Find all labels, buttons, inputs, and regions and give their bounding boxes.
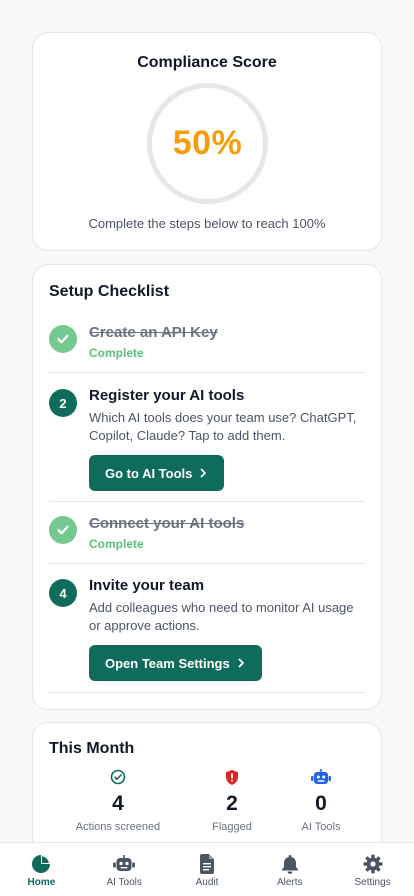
nav-item-home[interactable]: Home bbox=[0, 843, 83, 896]
score-value: 50% bbox=[172, 124, 243, 162]
checklist-step-connect-tools[interactable]: Connect your AI tools Complete bbox=[49, 502, 365, 564]
stat-ai-tools: 0 AI Tools bbox=[266, 767, 376, 833]
button-label: Open Team Settings bbox=[105, 655, 230, 671]
checklist-title: Setup Checklist bbox=[49, 283, 170, 300]
stat-actions-screened: 4 Actions screened bbox=[63, 767, 173, 833]
nav-label: Settings bbox=[354, 877, 391, 888]
robot-icon bbox=[113, 854, 136, 874]
step-title: Create an API Key bbox=[89, 324, 218, 341]
go-to-ai-tools-button[interactable]: Go to AI Tools bbox=[89, 455, 225, 491]
home-pie-icon bbox=[31, 854, 51, 874]
step-number-badge: 4 bbox=[49, 579, 77, 607]
check-icon bbox=[49, 516, 77, 544]
document-icon bbox=[199, 854, 215, 874]
bell-icon bbox=[281, 854, 299, 874]
gear-icon bbox=[363, 854, 383, 874]
check-icon bbox=[49, 325, 77, 353]
step-number-badge: 2 bbox=[49, 389, 77, 417]
step-title: Connect your AI tools bbox=[89, 515, 245, 532]
checklist-step-api-key[interactable]: Create an API Key Complete bbox=[49, 323, 365, 373]
setup-checklist-card: Setup Checklist Create an API Key Comple… bbox=[32, 264, 382, 710]
open-team-settings-button[interactable]: Open Team Settings bbox=[89, 645, 262, 681]
step-description: Add colleagues who need to monitor AI us… bbox=[89, 600, 354, 633]
step-status: Complete bbox=[89, 537, 144, 551]
nav-label: Audit bbox=[195, 877, 219, 888]
chevron-right-icon bbox=[200, 468, 207, 478]
stat-label: Actions screened bbox=[75, 821, 161, 833]
nav-label: Home bbox=[27, 877, 56, 888]
nav-item-audit[interactable]: Audit bbox=[166, 843, 249, 896]
step-title: Invite your team bbox=[89, 577, 205, 594]
home-screen: Compliance Score 50% Complete the steps … bbox=[0, 0, 414, 842]
stat-value: 4 bbox=[112, 792, 124, 815]
step-description: Which AI tools does your team use? ChatG… bbox=[89, 410, 357, 443]
nav-item-ai-tools[interactable]: AI Tools bbox=[83, 843, 166, 896]
compliance-score-card: Compliance Score 50% Complete the steps … bbox=[32, 32, 382, 251]
step-title: Register your AI tools bbox=[89, 387, 245, 404]
checklist-step-register-tools: 2 Register your AI tools Which AI tools … bbox=[49, 373, 365, 502]
checklist-step-invite-team: 4 Invite your team Add colleagues who ne… bbox=[49, 564, 365, 693]
robot-icon bbox=[266, 767, 376, 787]
this-month-title: This Month bbox=[49, 740, 135, 757]
stat-label: AI Tools bbox=[301, 821, 341, 833]
nav-label: Alerts bbox=[277, 877, 303, 888]
chevron-right-icon bbox=[238, 658, 244, 668]
check-circle-icon bbox=[63, 767, 173, 787]
score-ring: 50% bbox=[147, 83, 268, 204]
nav-item-alerts[interactable]: Alerts bbox=[248, 843, 331, 896]
step-status: Complete bbox=[89, 346, 144, 360]
compliance-score-title: Compliance Score bbox=[137, 54, 277, 71]
stat-value: 0 bbox=[315, 792, 327, 815]
nav-item-settings[interactable]: Settings bbox=[331, 843, 414, 896]
button-label: Go to AI Tools bbox=[105, 465, 193, 481]
nav-label: AI Tools bbox=[106, 877, 142, 888]
this-month-card: This Month 4 Actions screened 2 Flagged … bbox=[32, 722, 382, 842]
score-subtitle: Complete the steps below to reach 100% bbox=[88, 216, 326, 231]
bottom-nav: Home AI Tools Audit Alerts Settings bbox=[0, 842, 414, 896]
